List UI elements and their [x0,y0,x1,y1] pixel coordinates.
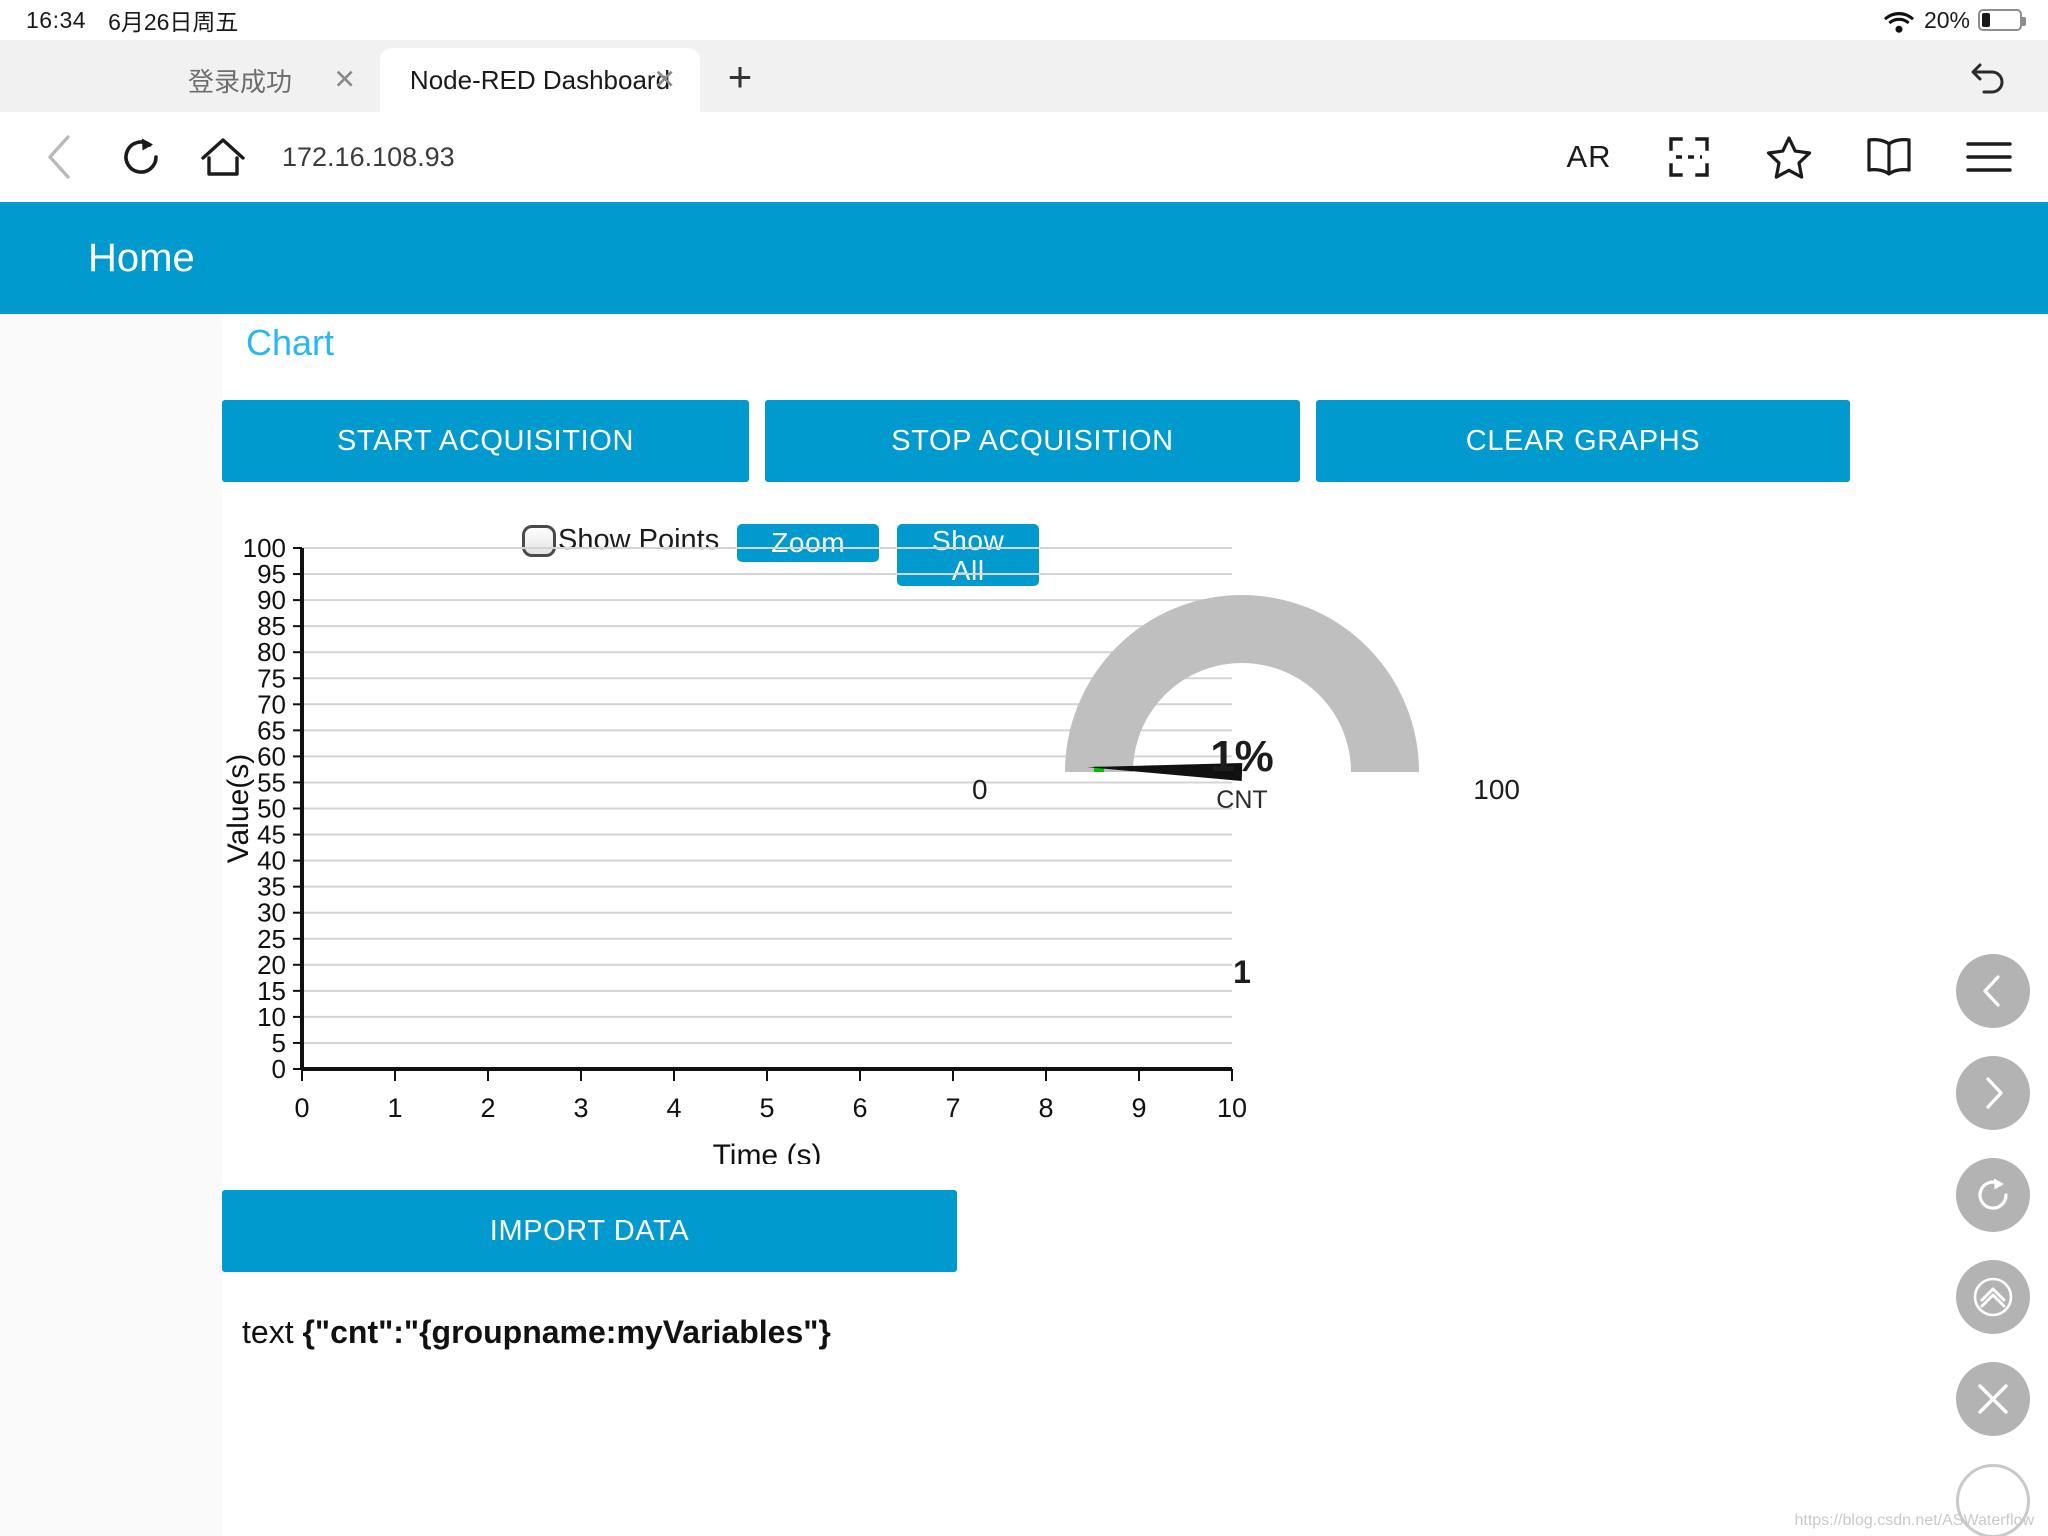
svg-text:80: 80 [257,637,286,667]
gauge-widget: 1% CNT 0 100 [962,564,1522,894]
acquisition-button-row: START ACQUISITION STOP ACQUISITION CLEAR… [222,400,1822,482]
svg-text:90: 90 [257,585,286,615]
chevron-left-icon[interactable] [30,128,88,186]
undo-icon[interactable] [1966,58,2006,98]
svg-text:5: 5 [759,1093,774,1123]
watermark-text: https://blog.csdn.net/ASWaterflow [1794,1512,2034,1530]
float-close-button[interactable] [1956,1362,2030,1436]
svg-text:20: 20 [257,950,286,980]
battery-percent: 20% [1924,7,1970,34]
home-icon[interactable] [194,128,252,186]
svg-text:100: 100 [243,533,286,563]
footer-code: {"cnt":"{groupname:myVariables"} [302,1314,830,1350]
svg-text:6: 6 [852,1093,867,1123]
svg-text:0: 0 [294,1093,309,1123]
svg-text:7: 7 [945,1093,960,1123]
svg-text:Value(s): Value(s) [222,754,255,863]
svg-text:0: 0 [272,1054,286,1084]
svg-text:60: 60 [257,741,286,771]
status-date: 6月26日周五 [108,3,238,37]
browser-tab-0[interactable]: 登录成功 ✕ [100,48,380,112]
svg-text:10: 10 [1217,1093,1247,1123]
svg-text:65: 65 [257,715,286,745]
browser-tab-label: Node-RED Dashboard [410,65,670,96]
float-next-button[interactable] [1956,1056,2030,1130]
browser-tab-1[interactable]: Node-RED Dashboard ✕ [380,48,700,112]
ar-button[interactable]: AR [1560,128,1618,186]
reload-icon[interactable] [112,128,170,186]
page-title: Home [88,236,195,281]
dashboard-body: Chart START ACQUISITION STOP ACQUISITION… [0,314,2048,1536]
stop-acquisition-button[interactable]: STOP ACQUISITION [765,400,1300,482]
svg-text:8: 8 [1038,1093,1053,1123]
scan-frame-icon[interactable] [1660,128,1718,186]
chart-group-title: Chart [246,322,334,364]
svg-text:95: 95 [257,559,286,589]
svg-text:30: 30 [257,898,286,928]
ar-label: AR [1566,139,1611,175]
browser-toolbar: 172.16.108.93 AR [0,112,2048,202]
toolbar-right-group: AR [1560,128,2018,186]
floating-nav-controls [1956,954,2030,1536]
float-prev-button[interactable] [1956,954,2030,1028]
dashboard-left-rail [0,314,222,1536]
wifi-icon [1884,9,1914,31]
float-refresh-button[interactable] [1956,1158,2030,1232]
chart-group-card: Chart START ACQUISITION STOP ACQUISITION… [222,314,1842,1536]
svg-text:50: 50 [257,794,286,824]
new-tab-button[interactable]: + [718,56,762,98]
status-time: 16:34 [26,7,86,34]
svg-text:Time (s): Time (s) [713,1139,822,1164]
svg-text:85: 85 [257,611,286,641]
svg-text:35: 35 [257,872,286,902]
svg-text:25: 25 [257,924,286,954]
svg-text:9: 9 [1131,1093,1146,1123]
close-icon[interactable]: ✕ [653,67,676,94]
gauge-min-label: 0 [972,774,988,806]
book-icon[interactable] [1860,128,1918,186]
svg-text:40: 40 [257,846,286,876]
hamburger-menu-icon[interactable] [1960,128,2018,186]
svg-text:4: 4 [666,1093,681,1123]
svg-text:10: 10 [257,1002,286,1032]
svg-text:45: 45 [257,820,286,850]
svg-text:75: 75 [257,663,286,693]
svg-text:70: 70 [257,689,286,719]
gauge-value: 1% [962,732,1522,782]
battery-icon [1978,9,2022,31]
clear-graphs-button[interactable]: CLEAR GRAPHS [1316,400,1850,482]
url-input[interactable]: 172.16.108.93 [282,142,455,173]
svg-text:55: 55 [257,767,286,797]
browser-tab-strip: 登录成功 ✕ Node-RED Dashboard ✕ + [0,40,2048,112]
svg-text:5: 5 [272,1028,286,1058]
svg-text:1: 1 [387,1093,402,1123]
float-scroll-top-button[interactable] [1956,1260,2030,1334]
svg-text:15: 15 [257,976,286,1006]
import-data-button[interactable]: IMPORT DATA [222,1190,957,1272]
app-header: Home [0,202,2048,314]
gauge-max-label: 100 [1473,774,1520,806]
gauge-unit-label: CNT [962,786,1522,815]
footer-template-text: text {"cnt":"{groupname:myVariables"} [242,1314,831,1351]
star-icon[interactable] [1760,128,1818,186]
close-icon[interactable]: ✕ [333,67,356,94]
svg-text:3: 3 [573,1093,588,1123]
svg-text:2: 2 [480,1093,495,1123]
browser-tab-label: 登录成功 [188,62,292,99]
status-bar: 16:34 6月26日周五 20% [0,0,2048,40]
numeric-value-widget: 1 [962,954,1522,991]
footer-label: text [242,1314,294,1350]
start-acquisition-button[interactable]: START ACQUISITION [222,400,749,482]
